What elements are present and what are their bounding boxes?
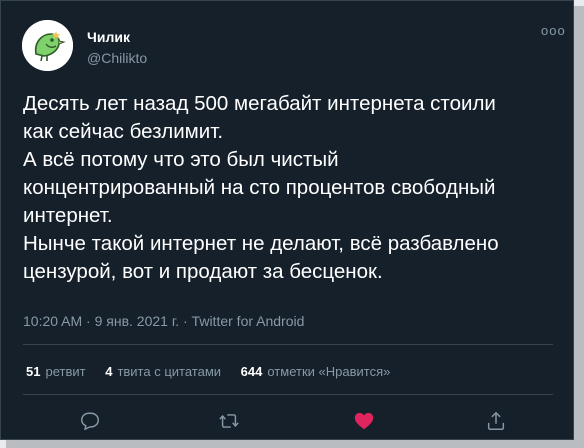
tweet-line: интернет. — [23, 204, 113, 227]
reply-icon — [81, 412, 99, 430]
divider — [23, 344, 553, 345]
retweets-label: ретвит — [45, 364, 86, 379]
more-options-icon[interactable]: ooo — [541, 23, 566, 38]
quotes-stat[interactable]: 4 твита с цитатами — [105, 364, 221, 379]
tweet-card: Чилик @Chilikto ooo Десять лет назад 500… — [0, 0, 574, 440]
retweets-stat[interactable]: 51 ретвит — [26, 364, 86, 379]
tweet-meta[interactable]: 10:20 AM · 9 янв. 2021 г. · Twitter for … — [23, 313, 304, 329]
retweet-button[interactable] — [217, 410, 241, 434]
card-shadow-bottom — [6, 440, 584, 448]
tweet-stats: 51 ретвит 4 твита с цитатами 644 отметки «Н… — [26, 364, 406, 379]
likes-count: 644 — [240, 364, 263, 379]
action-bar — [1, 410, 575, 434]
user-name[interactable]: Чилик — [87, 29, 130, 45]
tweet-line: как сейчас безлимит. — [23, 120, 224, 143]
tweet-line: А всё потому что это был чистый — [23, 148, 339, 171]
share-button[interactable] — [485, 410, 509, 434]
tweet-line: концентрированный на сто процентов свобо… — [23, 176, 496, 199]
retweet-icon — [219, 414, 239, 428]
avatar[interactable] — [22, 20, 73, 71]
quotes-label: твита с цитатами — [117, 364, 222, 379]
tweet-line: Десять лет назад 500 мегабайт интернета … — [23, 92, 496, 115]
likes-stat[interactable]: 644 отметки «Нравится» — [241, 364, 391, 379]
retweets-count: 51 — [26, 364, 41, 379]
card-shadow-right — [574, 6, 584, 448]
heart-icon — [354, 412, 374, 430]
tweet-line: Нынче такой интернет не делают, всё разб… — [23, 232, 499, 255]
likes-label: отметки «Нравится» — [267, 364, 391, 379]
tweet-line: цензурой, вот и продают за бесценок. — [23, 260, 383, 283]
divider — [23, 394, 553, 395]
tweet-text: Десять лет назад 500 мегабайт интернета … — [23, 90, 563, 286]
reply-button[interactable] — [79, 410, 103, 434]
share-icon — [487, 412, 505, 430]
bird-avatar-icon — [22, 20, 73, 71]
quotes-count: 4 — [105, 364, 113, 379]
user-handle[interactable]: @Chilikto — [87, 50, 147, 66]
like-button[interactable] — [353, 410, 377, 434]
